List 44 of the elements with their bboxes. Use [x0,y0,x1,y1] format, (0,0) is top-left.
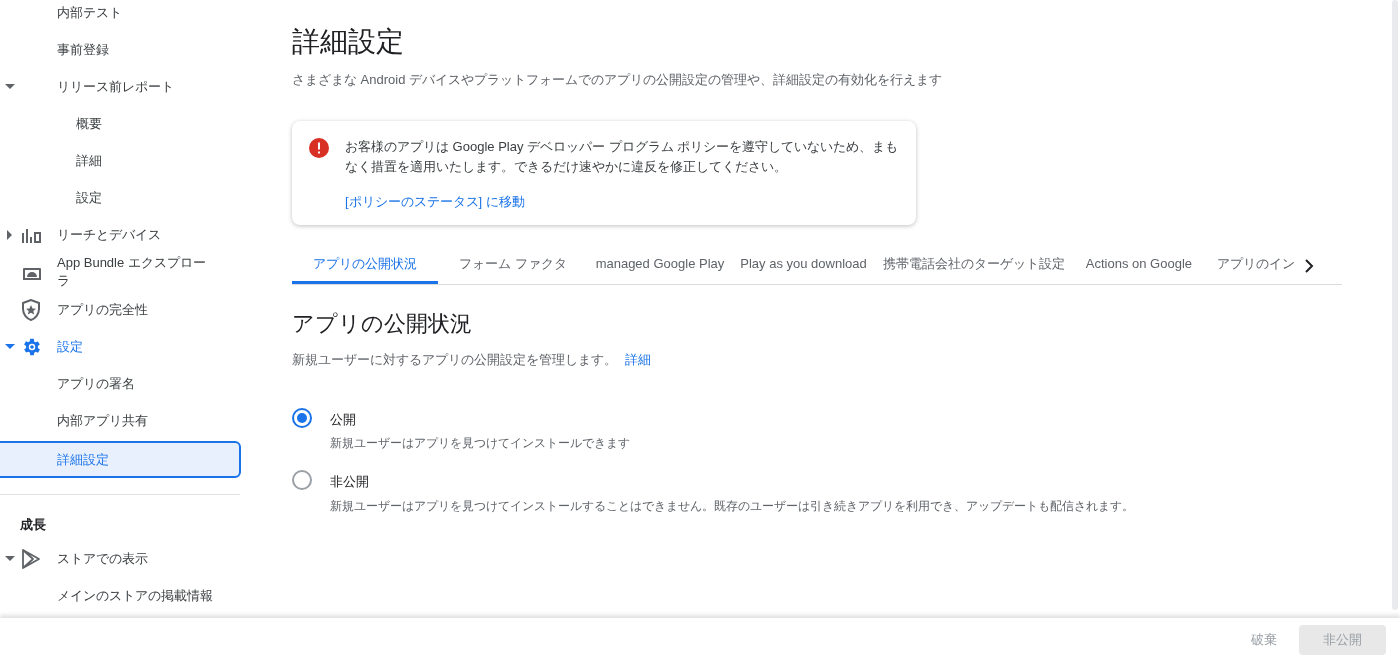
sidebar-item[interactable]: 設定 [57,336,83,357]
sidebar-item[interactable]: アプリの署名 [57,373,135,394]
page-description: さまざまな Android デバイスやプラットフォームでのアプリの公開設定の管理や、詳細設定の有効化を行えます [292,71,944,89]
error-icon [309,137,329,158]
sidebar-item[interactable]: 設定 [76,187,102,208]
policy-status-link[interactable]: [ポリシーのステータス] に移動 [345,191,525,211]
section-heading: 成長 [19,516,47,534]
sidebar-item[interactable]: 詳細設定 [0,441,241,478]
caret-down-icon[interactable] [5,556,15,562]
sidebar-item[interactable]: リーチとデバイス [57,224,161,245]
radio-button[interactable] [292,470,312,490]
sidebar-item[interactable]: 事前登録 [57,39,109,60]
caret-down-icon[interactable] [5,343,15,350]
section-description: 新規ユーザーに対するアプリの公開設定を管理します。 [292,351,617,369]
chevron-right-icon[interactable] [1305,259,1314,273]
play-store-icon [21,548,41,570]
details-link[interactable]: 詳細 [625,350,651,370]
tab[interactable]: フォーム ファクタ [438,247,588,284]
tab[interactable]: 携帯電話会社のターゲット設定 [874,247,1073,284]
sidebar-item[interactable]: App Bundle エクスプローラ [57,253,217,291]
option-label: 非公開 [330,473,370,491]
shield-star-icon [21,298,41,321]
sidebar-item[interactable]: 詳細 [76,150,102,171]
option-description: 新規ユーザーはアプリを見つけてインストールできます [330,435,630,452]
sidebar-item[interactable]: リリース前レポート [57,76,174,97]
option-description: 新規ユーザーはアプリを見つけてインストールすることはできません。既存のユーザーは引き続きアプリを利用でき、アップデートも配信されます。 [330,497,1134,515]
radio-button[interactable] [292,407,312,428]
caret-down-icon[interactable] [5,83,15,90]
alert-message: お客様のアプリは Google Play デベロッパー プログラム ポリシーを遵守していないため、まもなく措置を適用いたします。できるだけ速やかに違反を修正してください。 [345,137,900,176]
page-title: 詳細設定 [292,25,405,59]
sidebar-item[interactable]: 内部アプリ共有 [57,410,148,431]
sidebar-item[interactable]: 概要 [76,113,102,134]
caret-right-icon[interactable] [7,229,13,240]
tab[interactable]: アプリのイン [1205,247,1295,284]
tab[interactable]: Actions on Google [1072,247,1205,284]
option-label: 公開 [330,410,357,429]
sidebar-item[interactable]: アプリの完全性 [57,299,148,320]
sidebar-item[interactable]: ストアでの表示 [57,549,148,569]
sidebar-item[interactable]: メインのストアの掲載情報 [57,586,213,606]
tab[interactable]: アプリの公開状況 [292,247,438,284]
tab[interactable]: Play as you download [732,247,875,284]
section-title: アプリの公開状況 [292,310,473,338]
tab[interactable]: managed Google Play [587,247,733,284]
sidebar-item[interactable]: 内部テスト [57,2,122,23]
